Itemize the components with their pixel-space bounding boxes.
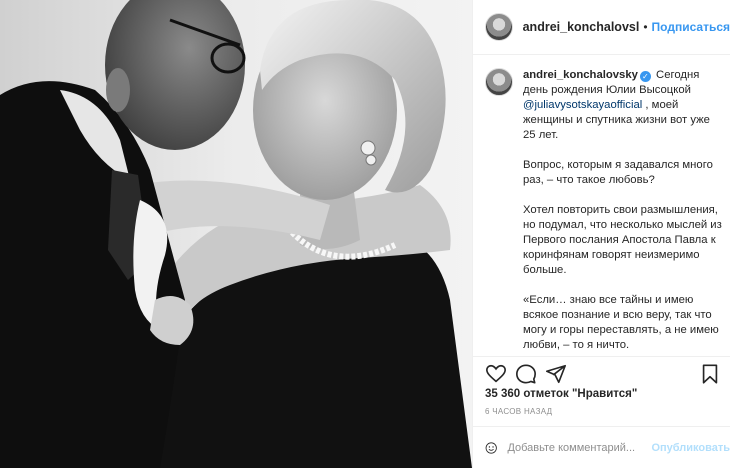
caption-paragraph: «Если… знаю все тайны и имею всякое позн… [523, 294, 719, 351]
caption-paragraph: Вопрос, которым я задавался много раз, –… [523, 159, 713, 186]
post-caption: andrei_konchalovsky ✓ Сегодня день рожден… [485, 68, 725, 368]
heart-icon[interactable] [485, 363, 507, 385]
publish-button[interactable]: Опубликовать [651, 442, 730, 454]
smiley-icon[interactable] [485, 438, 497, 458]
comment-input[interactable] [507, 442, 650, 454]
post-header: andrei_konchalovsl • Подписаться [473, 0, 730, 55]
comment-bar: Опубликовать [473, 426, 730, 469]
post-actions [473, 356, 730, 387]
likes-count[interactable]: 35 360 отметок "Нравится" [485, 388, 637, 400]
post-photo[interactable] [0, 0, 472, 468]
author-username[interactable]: andrei_konchalovsl [523, 20, 640, 34]
separator-dot: • [643, 20, 648, 34]
caption-paragraph: Хотел повторить свои размышления, но под… [523, 204, 722, 276]
share-icon[interactable] [545, 363, 567, 385]
caption-mention[interactable]: @juliavysotskayaofficial [523, 99, 642, 111]
bookmark-icon[interactable] [699, 363, 721, 385]
instagram-post: andrei_konchalovsl • Подписаться andrei_… [0, 0, 730, 468]
post-timestamp[interactable]: 6 ЧАСОВ НАЗАД [485, 407, 552, 416]
avatar[interactable] [485, 13, 513, 41]
caption-text: andrei_konchalovsky ✓ Сегодня день рожден… [523, 68, 723, 368]
follow-button[interactable]: Подписаться [652, 20, 730, 34]
caption-avatar[interactable] [485, 68, 513, 96]
caption-username[interactable]: andrei_konchalovsky [523, 69, 638, 81]
comment-icon[interactable] [515, 363, 537, 385]
post-side-panel: andrei_konchalovsl • Подписаться andrei_… [472, 0, 730, 468]
portrait-photo [0, 0, 472, 468]
verified-badge-icon: ✓ [639, 71, 651, 82]
